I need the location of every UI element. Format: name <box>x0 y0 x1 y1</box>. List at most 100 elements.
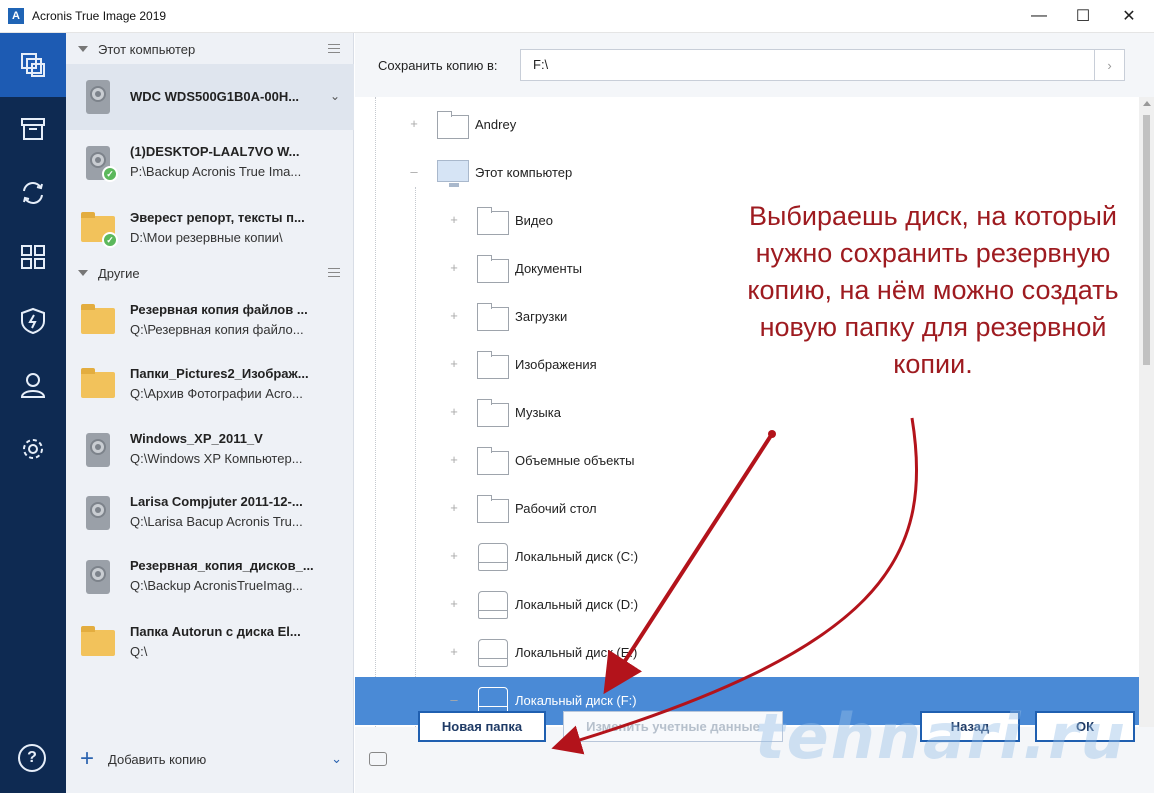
scroll-up-icon[interactable] <box>1143 101 1151 106</box>
folder-icon <box>477 399 511 427</box>
local-disk-icon <box>477 543 511 571</box>
folder-icon <box>477 351 511 379</box>
minimize-button[interactable]: — <box>1016 0 1062 32</box>
nav-account[interactable] <box>0 353 66 417</box>
expand-icon[interactable]: + <box>449 549 459 562</box>
backup-item[interactable]: ✓ Эверест репорт, тексты п... D:\Мои рез… <box>66 196 354 262</box>
add-backup-button[interactable]: + Добавить копию ⌄ <box>66 739 354 779</box>
folder-icon <box>477 447 511 475</box>
expand-icon[interactable]: + <box>409 117 419 130</box>
backup-item[interactable]: Windows_XP_2011_V Q:\Windows XP Компьюте… <box>66 417 354 483</box>
nav-protection[interactable] <box>0 289 66 353</box>
nav-settings[interactable] <box>0 417 66 481</box>
tree-node[interactable]: + Локальный диск (E:) <box>355 629 1139 677</box>
backup-name: (1)DESKTOP-LAAL7VO W... <box>130 144 300 159</box>
backup-name: Папки_Pictures2_Изображ... <box>130 366 309 381</box>
backup-path: Q:\Архив Фотографии Acro... <box>130 386 303 401</box>
success-check-icon: ✓ <box>102 232 118 248</box>
add-backup-label: Добавить копию <box>108 751 207 767</box>
settings-icon <box>23 439 43 459</box>
tree-node-label: Этот компьютер <box>475 165 573 180</box>
caret-down-icon <box>78 270 88 276</box>
folder-tree: + Andrey – Этот компьютер + Видео + Документы + З… <box>355 97 1139 759</box>
folder-icon <box>81 302 115 340</box>
expand-icon[interactable]: + <box>449 453 459 466</box>
backup-path: Q:\Резервная копия файло... <box>130 322 304 337</box>
help-icon[interactable]: ? <box>18 744 46 772</box>
expand-icon[interactable]: + <box>449 309 459 322</box>
backup-item[interactable]: Папки_Pictures2_Изображ... Q:\Архив Фото… <box>66 352 354 418</box>
caret-down-icon <box>78 46 88 52</box>
expand-icon[interactable]: + <box>449 213 459 226</box>
backup-item[interactable]: Папка Autorun с диска El... Q:\ <box>66 610 354 676</box>
folder-icon <box>81 624 115 662</box>
collapse-icon[interactable]: – <box>449 693 459 706</box>
backup-path: P:\Backup Acronis True Ima... <box>130 164 302 179</box>
expand-icon[interactable]: + <box>449 405 459 418</box>
chevron-down-icon[interactable]: ⌄ <box>330 89 340 103</box>
save-to-label: Сохранить копию в: <box>378 58 498 73</box>
folder-icon: ✓ <box>81 210 118 248</box>
close-button[interactable]: ✕ <box>1106 0 1152 32</box>
tree-node-label: Объемные объекты <box>515 453 635 468</box>
section-this-computer[interactable]: Этот компьютер <box>66 34 354 64</box>
tree-node-label: Рабочий стол <box>515 501 597 516</box>
backup-path: D:\Мои резервные копии\ <box>130 230 283 245</box>
collapse-icon[interactable]: – <box>409 165 419 178</box>
backup-name: Эверест репорт, тексты п... <box>130 210 305 225</box>
nav-backup[interactable] <box>0 33 66 97</box>
section-other[interactable]: Другие <box>66 258 354 288</box>
folder-icon <box>477 495 511 523</box>
backup-item[interactable]: Резервная_копия_дисков_... Q:\Backup Acr… <box>66 544 354 610</box>
nav-sync[interactable] <box>0 161 66 225</box>
nav-archive[interactable] <box>0 97 66 161</box>
go-arrow-icon[interactable]: › <box>1095 49 1125 81</box>
expand-icon[interactable]: + <box>449 261 459 274</box>
menu-icon[interactable] <box>328 44 340 53</box>
tree-node-label: Видео <box>515 213 553 228</box>
expand-icon[interactable]: + <box>449 645 459 658</box>
watermark: tehnari.ru <box>755 700 1127 773</box>
feedback-icon[interactable] <box>369 752 387 766</box>
folder-icon <box>81 366 115 404</box>
tree-node[interactable]: + Объемные объекты <box>355 437 1139 485</box>
tree-node-label: Локальный диск (C:) <box>515 549 639 564</box>
protection-icon <box>21 307 45 335</box>
expand-icon[interactable]: + <box>449 597 459 610</box>
scrollbar-thumb[interactable] <box>1143 115 1150 365</box>
menu-icon[interactable] <box>328 268 340 277</box>
plus-icon: + <box>80 745 95 772</box>
account-icon <box>20 373 46 398</box>
tree-node[interactable]: + Рабочий стол <box>355 485 1139 533</box>
backup-path: Q:\Larisa Bacup Acronis Tru... <box>130 514 303 529</box>
local-disk-icon <box>477 639 511 667</box>
backup-item[interactable]: WDC WDS500G1B0A-00H... ⌄ <box>66 64 354 130</box>
backup-item[interactable]: ✓ (1)DESKTOP-LAAL7VO W... P:\Backup Acro… <box>66 130 354 196</box>
backup-item[interactable]: Резервная копия файлов ... Q:\Резервная … <box>66 288 354 354</box>
tree-node[interactable]: + Andrey <box>355 101 1139 149</box>
tree-node-label: Музыка <box>515 405 561 420</box>
new-folder-button[interactable]: Новая папка <box>418 711 546 742</box>
destination-picker: Сохранить копию в: F:\ › + Andrey – Этот ко… <box>355 33 1154 793</box>
tree-node[interactable]: + Локальный диск (C:) <box>355 533 1139 581</box>
tree-node[interactable]: – Этот компьютер <box>355 149 1139 197</box>
window-title: Acronis True Image 2019 <box>32 9 167 23</box>
folder-icon <box>477 207 511 235</box>
backup-path: Q:\Windows XP Компьютер... <box>130 451 303 466</box>
acronis-logo-icon: A <box>8 8 24 24</box>
tree-node-label: Изображения <box>515 357 597 372</box>
backup-path: Q:\ <box>130 644 148 659</box>
tree-node[interactable]: + Локальный диск (D:) <box>355 581 1139 629</box>
backup-list-panel: Этот компьютер WDC WDS500G1B0A-00H... ⌄ … <box>66 33 354 793</box>
tree-node-label: Локальный диск (F:) <box>515 693 637 708</box>
tree-node[interactable]: + Музыка <box>355 389 1139 437</box>
expand-icon[interactable]: + <box>449 357 459 370</box>
backup-item[interactable]: Larisa Compjuter 2011-12-... Q:\Larisa B… <box>66 480 354 546</box>
maximize-button[interactable]: ☐ <box>1060 0 1106 32</box>
section-title: Другие <box>98 265 140 281</box>
chevron-down-icon[interactable]: ⌄ <box>331 751 342 767</box>
nav-tools[interactable] <box>0 225 66 289</box>
save-path-input[interactable]: F:\ <box>520 49 1095 81</box>
expand-icon[interactable]: + <box>449 501 459 514</box>
vertical-scrollbar[interactable] <box>1139 97 1154 759</box>
